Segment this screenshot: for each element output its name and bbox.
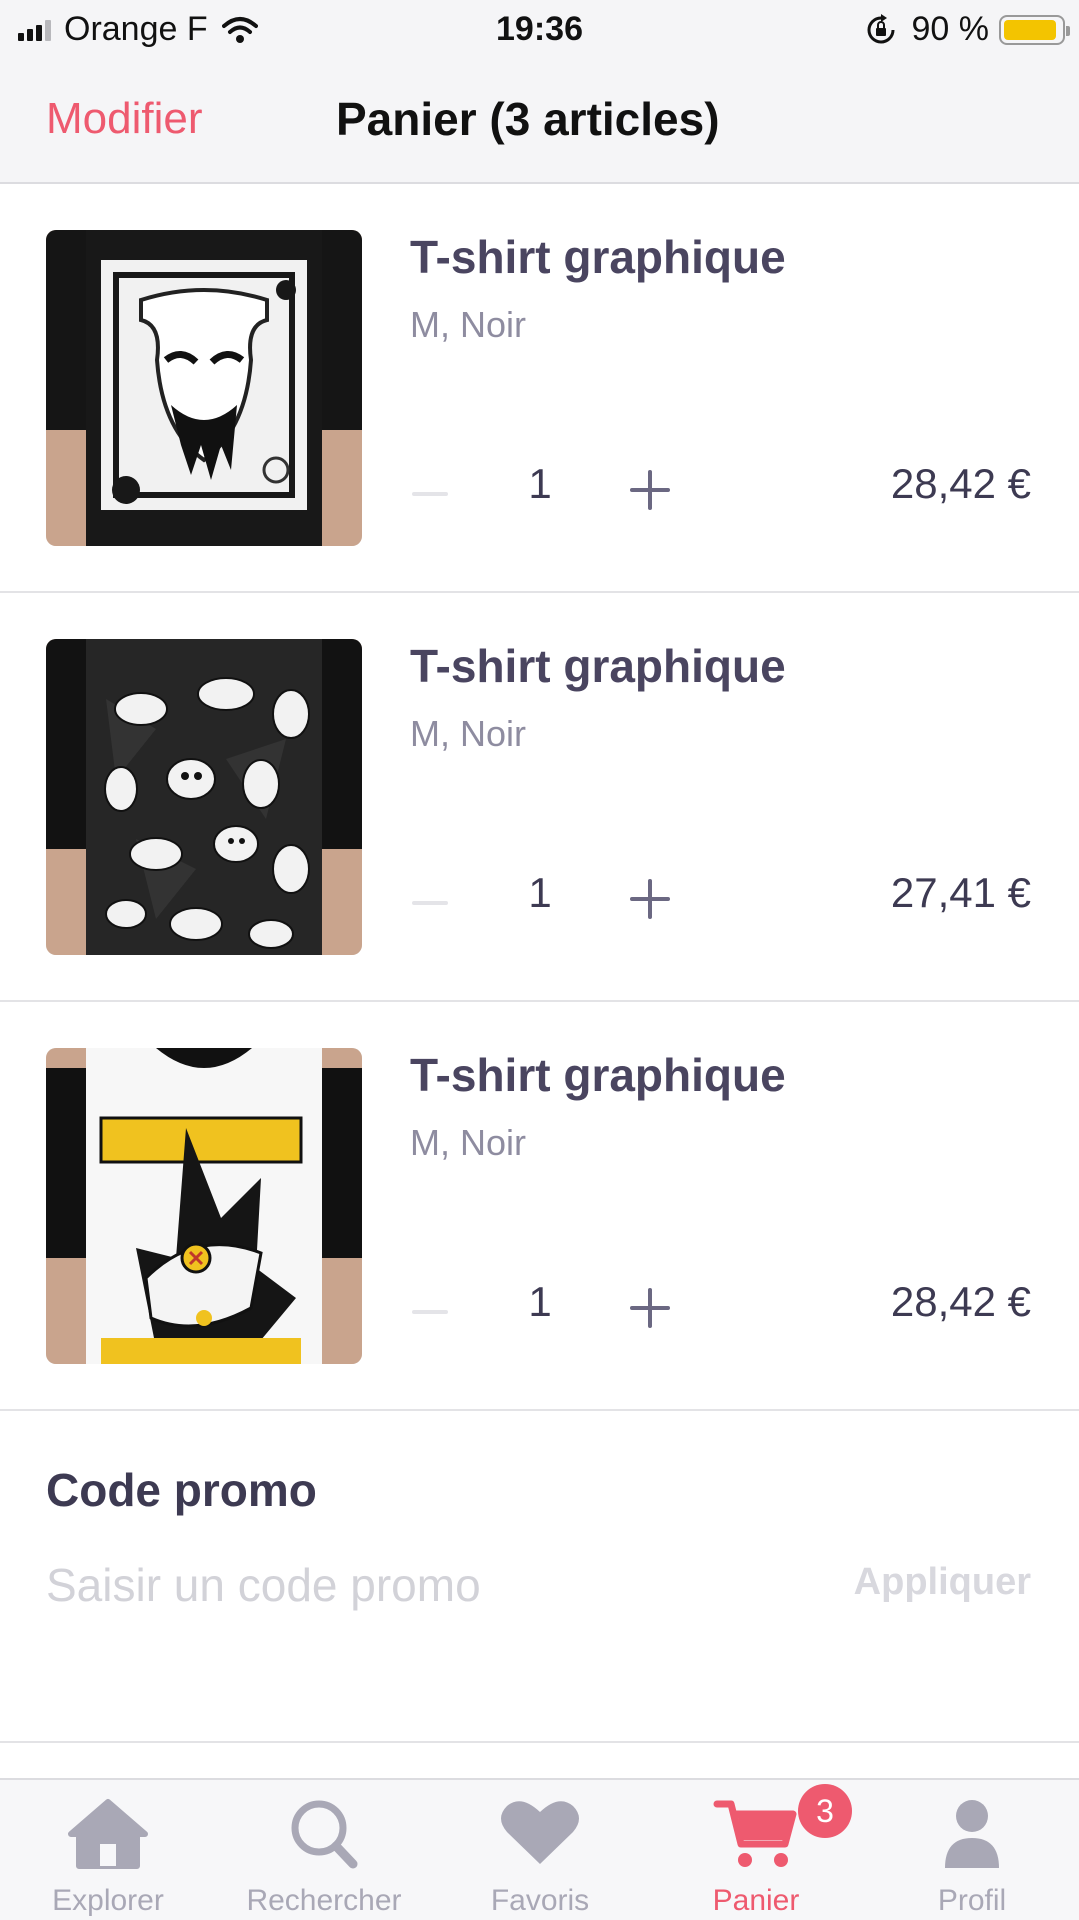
increase-quantity-button[interactable] bbox=[628, 1286, 672, 1330]
battery-percent: 90 % bbox=[911, 10, 990, 48]
apply-promo-button[interactable]: Appliquer bbox=[854, 1561, 1031, 1604]
edit-button[interactable]: Modifier bbox=[46, 94, 203, 144]
search-icon bbox=[291, 1800, 358, 1869]
tab-explorer[interactable]: Explorer bbox=[0, 1780, 216, 1920]
item-variant: M, Noir bbox=[410, 713, 526, 754]
decrease-quantity-button[interactable] bbox=[410, 464, 450, 524]
battery-icon bbox=[999, 14, 1070, 45]
skull-pattern-tshirt-image bbox=[46, 639, 362, 955]
tab-profile[interactable]: Profil bbox=[864, 1780, 1079, 1920]
item-title[interactable]: T-shirt graphique bbox=[410, 230, 786, 284]
product-image[interactable] bbox=[46, 230, 362, 546]
orientation-lock-icon bbox=[867, 13, 894, 43]
promo-title: Code promo bbox=[46, 1464, 317, 1516]
item-quantity: 1 bbox=[528, 869, 552, 916]
navigation-bar: Modifier Panier (3 articles) bbox=[0, 60, 1079, 184]
item-price: 28,42 € bbox=[890, 1278, 1031, 1325]
heart-icon bbox=[501, 1801, 579, 1864]
tab-label: Rechercher bbox=[246, 1884, 402, 1917]
status-right: 90 % bbox=[864, 10, 1070, 49]
decrease-quantity-button[interactable] bbox=[410, 1282, 450, 1342]
item-quantity: 1 bbox=[528, 460, 552, 507]
cart-count-badge: 3 bbox=[798, 1784, 852, 1838]
death-glory-tshirt-image bbox=[46, 1048, 362, 1364]
cart-icon bbox=[713, 1800, 797, 1867]
minus-icon bbox=[412, 492, 448, 496]
tab-label: Panier bbox=[712, 1884, 800, 1917]
tab-favorites[interactable]: Favoris bbox=[432, 1780, 648, 1920]
product-image[interactable] bbox=[46, 639, 362, 955]
tab-label: Explorer bbox=[52, 1884, 164, 1917]
tab-label: Favoris bbox=[490, 1884, 590, 1917]
battery-level bbox=[1004, 19, 1056, 40]
mask-tshirt-image bbox=[46, 230, 362, 546]
product-image[interactable] bbox=[46, 1048, 362, 1364]
tab-search[interactable]: Rechercher bbox=[216, 1780, 432, 1920]
increase-quantity-button[interactable] bbox=[628, 468, 672, 512]
home-icon bbox=[68, 1799, 148, 1869]
increase-quantity-button[interactable] bbox=[628, 877, 672, 921]
item-variant: M, Noir bbox=[410, 304, 526, 345]
user-icon bbox=[945, 1800, 999, 1868]
minus-icon bbox=[412, 1310, 448, 1314]
decrease-quantity-button[interactable] bbox=[410, 873, 450, 933]
tab-bar: Explorer Rechercher Favoris Panier Profi… bbox=[0, 1778, 1079, 1920]
minus-icon bbox=[412, 901, 448, 905]
cart-item[interactable]: T-shirt graphique M, Noir 1 27,41 € bbox=[0, 593, 1079, 1002]
tab-label: Profil bbox=[937, 1884, 1007, 1917]
item-price: 27,41 € bbox=[890, 869, 1031, 916]
item-quantity: 1 bbox=[528, 1278, 552, 1325]
item-title[interactable]: T-shirt graphique bbox=[410, 639, 786, 693]
page-title: Panier (3 articles) bbox=[336, 93, 720, 145]
item-variant: M, Noir bbox=[410, 1122, 526, 1163]
status-bar: Orange F 19:36 90 % bbox=[0, 0, 1079, 60]
cart-item[interactable]: T-shirt graphique M, Noir 1 28,42 € bbox=[0, 184, 1079, 593]
item-price: 28,42 € bbox=[890, 460, 1031, 507]
item-title[interactable]: T-shirt graphique bbox=[410, 1048, 786, 1102]
cart-item[interactable]: T-shirt graphique M, Noir 1 28,42 € bbox=[0, 1002, 1079, 1411]
promo-section: Code promo Appliquer bbox=[0, 1411, 1079, 1743]
promo-code-input[interactable] bbox=[46, 1553, 806, 1617]
